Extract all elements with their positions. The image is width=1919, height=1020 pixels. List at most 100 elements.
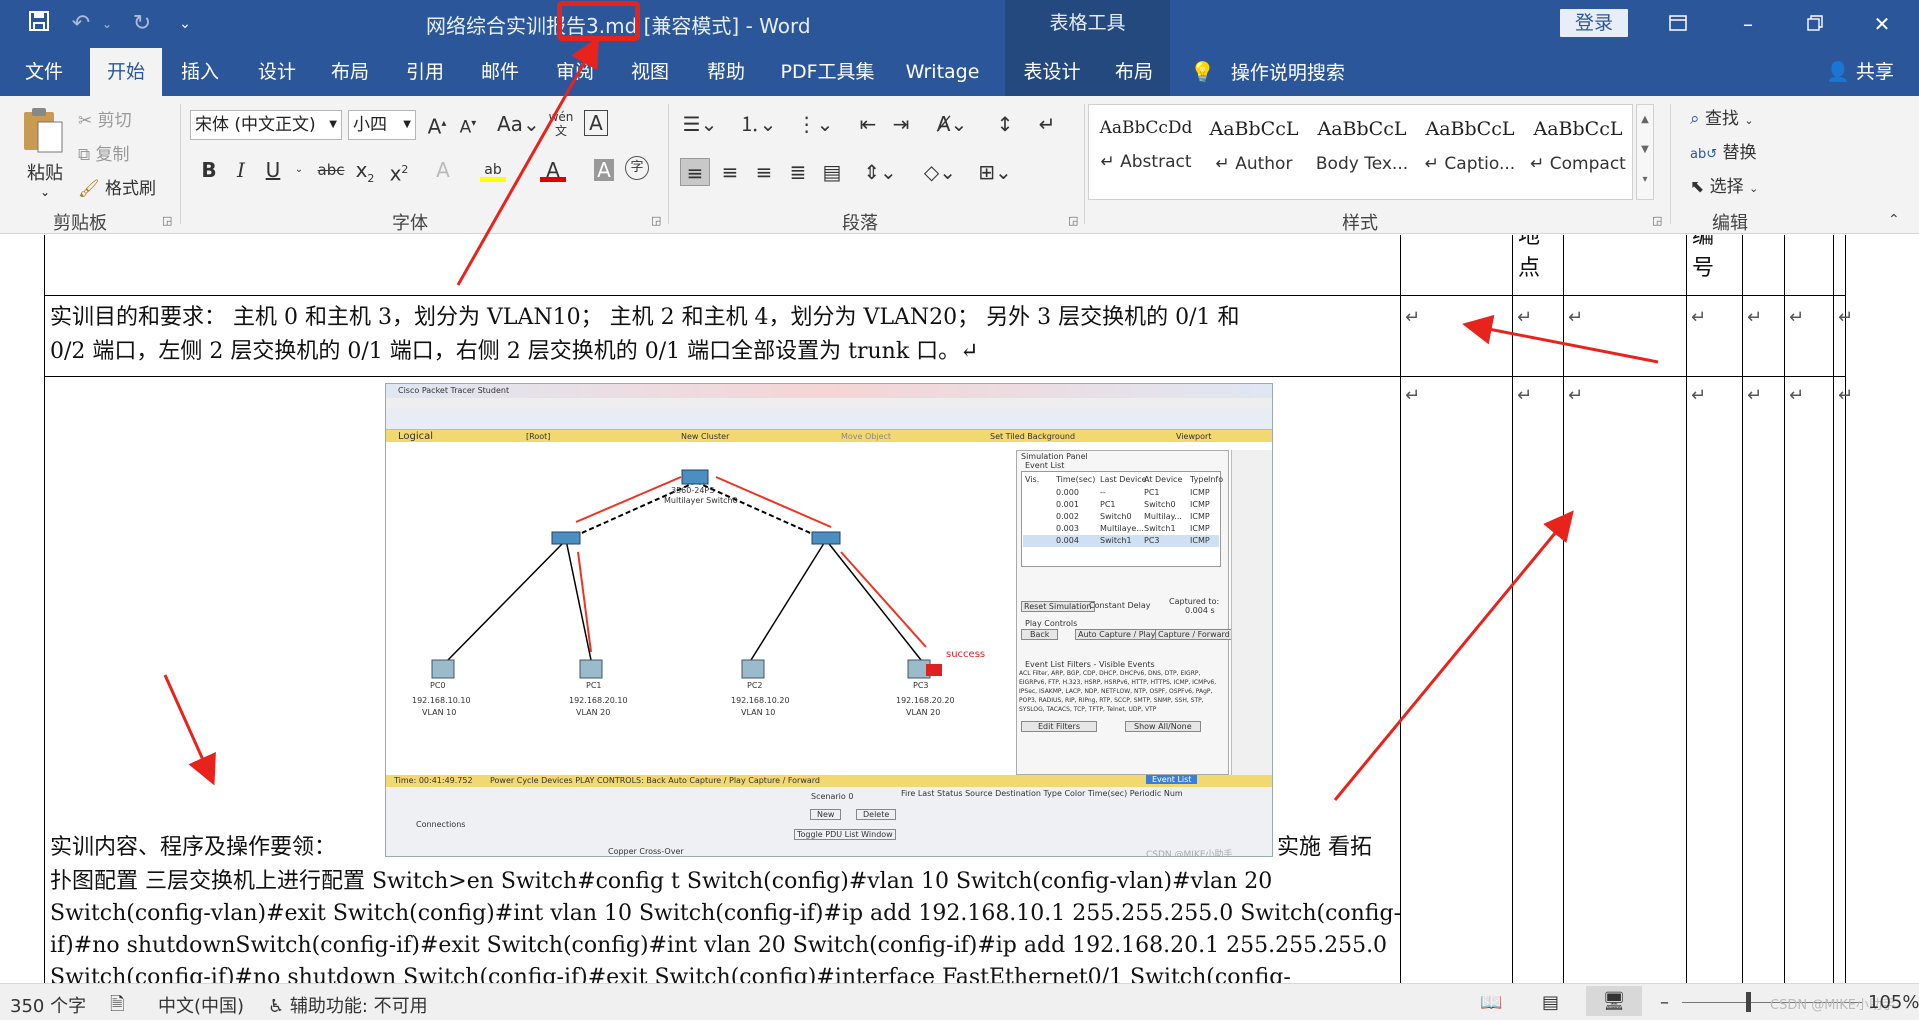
- zoom-out-icon[interactable]: –: [1660, 992, 1669, 1013]
- select-button[interactable]: ⬉ 选择 ⌄: [1690, 172, 1758, 197]
- tell-me-search[interactable]: 💡 操作说明搜索: [1190, 48, 1450, 96]
- style-body-text[interactable]: AaBbCcL Body Tex...: [1308, 110, 1416, 188]
- numbering-icon[interactable]: ⒈⌄: [738, 110, 778, 138]
- procedure-prefix[interactable]: 实训内容、程序及操作要领：: [50, 831, 336, 865]
- style-compact[interactable]: AaBbCcL ↵ Compact: [1524, 110, 1632, 188]
- shrink-font-icon[interactable]: A▾: [455, 110, 481, 138]
- style-caption[interactable]: AaBbCcL ↵ Captio...: [1416, 110, 1524, 188]
- dialog-launcher-icon[interactable]: ◲: [1652, 214, 1662, 227]
- underline-dropdown-icon[interactable]: ⌄: [286, 156, 312, 184]
- collapse-ribbon-icon[interactable]: ⌃: [1888, 212, 1900, 228]
- objective-line-2[interactable]: 0/2 端口，左侧 2 层交换机的 0/1 端口，右侧 2 层交换机的 0/1 …: [50, 335, 979, 369]
- tab-pdf-tools[interactable]: PDF工具集: [775, 48, 880, 96]
- procedure-line-5[interactable]: Switch(config-if)#no shutdown Switch(con…: [50, 961, 1291, 983]
- align-right-icon[interactable]: ≡: [751, 158, 777, 186]
- show-marks-icon[interactable]: ↵: [1034, 110, 1060, 138]
- tab-layout[interactable]: 布局: [320, 48, 380, 96]
- paste-button[interactable]: 粘贴 ⌄: [20, 104, 70, 204]
- font-name-combo[interactable]: 宋体 (中文正文) ▼: [190, 110, 342, 140]
- tab-design[interactable]: 设计: [244, 48, 310, 96]
- minimize-icon[interactable]: –: [1728, 8, 1768, 40]
- pt-capture-forward-button[interactable]: Capture / Forward: [1155, 629, 1233, 640]
- show-all-button[interactable]: Show All/None: [1125, 721, 1201, 732]
- tab-view[interactable]: 视图: [620, 48, 680, 96]
- enclose-characters-icon[interactable]: 字: [625, 156, 649, 180]
- web-layout-icon[interactable]: 🖥: [1586, 986, 1642, 1016]
- replace-button[interactable]: ab↺ 替换: [1690, 138, 1757, 163]
- customize-qat-icon[interactable]: ⌄: [170, 10, 200, 38]
- sort-icon[interactable]: ↕: [992, 110, 1018, 138]
- zoom-slider-thumb[interactable]: [1746, 992, 1751, 1012]
- phonetic-guide-icon[interactable]: wén 文: [548, 110, 574, 138]
- procedure-line-3[interactable]: Switch(config-vlan)#exit Switch(config)#…: [50, 897, 1401, 931]
- print-layout-icon[interactable]: ▤: [1542, 992, 1559, 1013]
- procedure-line-2[interactable]: 扑图配置 三层交换机上进行配置 Switch>en Switch#config …: [50, 865, 1272, 899]
- increase-indent-icon[interactable]: ⇥: [888, 110, 914, 138]
- close-icon[interactable]: ✕: [1862, 8, 1902, 40]
- font-color-icon[interactable]: A: [540, 156, 566, 182]
- text-effects-icon[interactable]: A: [430, 156, 456, 184]
- embedded-screenshot[interactable]: Cisco Packet Tracer Student Logical [Roo…: [385, 383, 1273, 857]
- tab-insert[interactable]: 插入: [170, 48, 230, 96]
- tab-file[interactable]: 文件: [14, 48, 74, 96]
- subscript-icon[interactable]: x2: [352, 156, 378, 185]
- undo-dropdown-icon[interactable]: ⌄: [92, 10, 122, 38]
- style-author[interactable]: AaBbCcL ↵ Author: [1200, 110, 1308, 188]
- dialog-launcher-icon[interactable]: ◲: [651, 214, 661, 227]
- tab-references[interactable]: 引用: [395, 48, 455, 96]
- word-count[interactable]: 350 个字: [10, 992, 86, 1018]
- accessibility-status[interactable]: ♿ 辅助功能: 不可用: [268, 992, 428, 1018]
- objective-line-1[interactable]: 实训目的和要求： 主机 0 和主机 3，划分为 VLAN10； 主机 2 和主机…: [50, 301, 1240, 335]
- superscript-icon[interactable]: x2: [386, 156, 412, 186]
- reset-simulation-button[interactable]: Reset Simulation: [1021, 601, 1095, 612]
- tab-table-design[interactable]: 表设计: [1012, 48, 1092, 96]
- character-shading-icon[interactable]: A: [594, 159, 614, 181]
- tab-table-layout[interactable]: 布局: [1105, 48, 1163, 96]
- line-spacing-icon[interactable]: ⇕⌄: [860, 158, 900, 186]
- borders-icon[interactable]: ⊞⌄: [975, 158, 1015, 186]
- share-button[interactable]: 👤 共享: [1815, 48, 1905, 96]
- distributed-icon[interactable]: ▤: [819, 158, 845, 186]
- pt-auto-capture-button[interactable]: Auto Capture / Play: [1075, 629, 1159, 640]
- chinese-layout-icon[interactable]: Ⱥ⌄: [932, 110, 972, 138]
- styles-scroll[interactable]: ▲ ▼ ▾: [1636, 104, 1654, 200]
- italic-icon[interactable]: I: [228, 156, 254, 184]
- redo-icon[interactable]: ↻: [127, 10, 157, 38]
- save-icon[interactable]: [24, 10, 54, 38]
- tab-writage[interactable]: Writage: [900, 48, 985, 96]
- pt-back-button[interactable]: Back: [1021, 629, 1059, 640]
- change-case-icon[interactable]: Aa⌄: [497, 110, 540, 138]
- style-abstract[interactable]: AaBbCcDd ↵ Abstract: [1092, 110, 1200, 188]
- cut-button[interactable]: ✂ 剪切: [78, 106, 132, 131]
- procedure-line-4[interactable]: if)#no shutdownSwitch(config-if)#exit Sw…: [50, 929, 1387, 963]
- underline-icon[interactable]: U: [260, 156, 286, 184]
- font-size-combo[interactable]: 小四 ▼: [348, 110, 416, 140]
- procedure-suffix[interactable]: 实施 看拓: [1277, 831, 1372, 865]
- login-button[interactable]: 登录: [1560, 9, 1628, 37]
- dialog-launcher-icon[interactable]: ◲: [162, 214, 172, 227]
- copy-button[interactable]: ⧉ 复制: [78, 140, 130, 165]
- restore-icon[interactable]: [1795, 8, 1835, 40]
- zoom-level[interactable]: 105%: [1868, 992, 1919, 1013]
- align-center-icon[interactable]: ≡: [717, 158, 743, 186]
- bold-icon[interactable]: B: [196, 156, 222, 184]
- bullets-icon[interactable]: ☰⌄: [680, 110, 720, 138]
- tab-mailings[interactable]: 邮件: [470, 48, 530, 96]
- strikethrough-icon[interactable]: abc: [314, 156, 348, 184]
- format-painter-button[interactable]: 🖌 格式刷: [78, 174, 156, 199]
- justify-icon[interactable]: ≣: [785, 158, 811, 186]
- edit-filters-button[interactable]: Edit Filters: [1021, 721, 1098, 732]
- multilevel-list-icon[interactable]: ⋮⌄: [795, 110, 835, 138]
- proofing-icon[interactable]: 🗎: [110, 992, 124, 1020]
- tab-help[interactable]: 帮助: [696, 48, 756, 96]
- align-left-icon[interactable]: ≡: [680, 158, 710, 186]
- decrease-indent-icon[interactable]: ⇤: [855, 110, 881, 138]
- grow-font-icon[interactable]: A▴: [424, 110, 450, 139]
- tab-home[interactable]: 开始: [90, 48, 162, 98]
- tab-review[interactable]: 审阅: [545, 48, 605, 96]
- character-border-icon[interactable]: A: [584, 110, 608, 136]
- dialog-launcher-icon[interactable]: ◲: [1068, 214, 1078, 227]
- ribbon-display-icon[interactable]: [1658, 8, 1698, 40]
- language[interactable]: 中文(中国): [158, 992, 244, 1018]
- read-mode-icon[interactable]: 📖: [1480, 992, 1502, 1013]
